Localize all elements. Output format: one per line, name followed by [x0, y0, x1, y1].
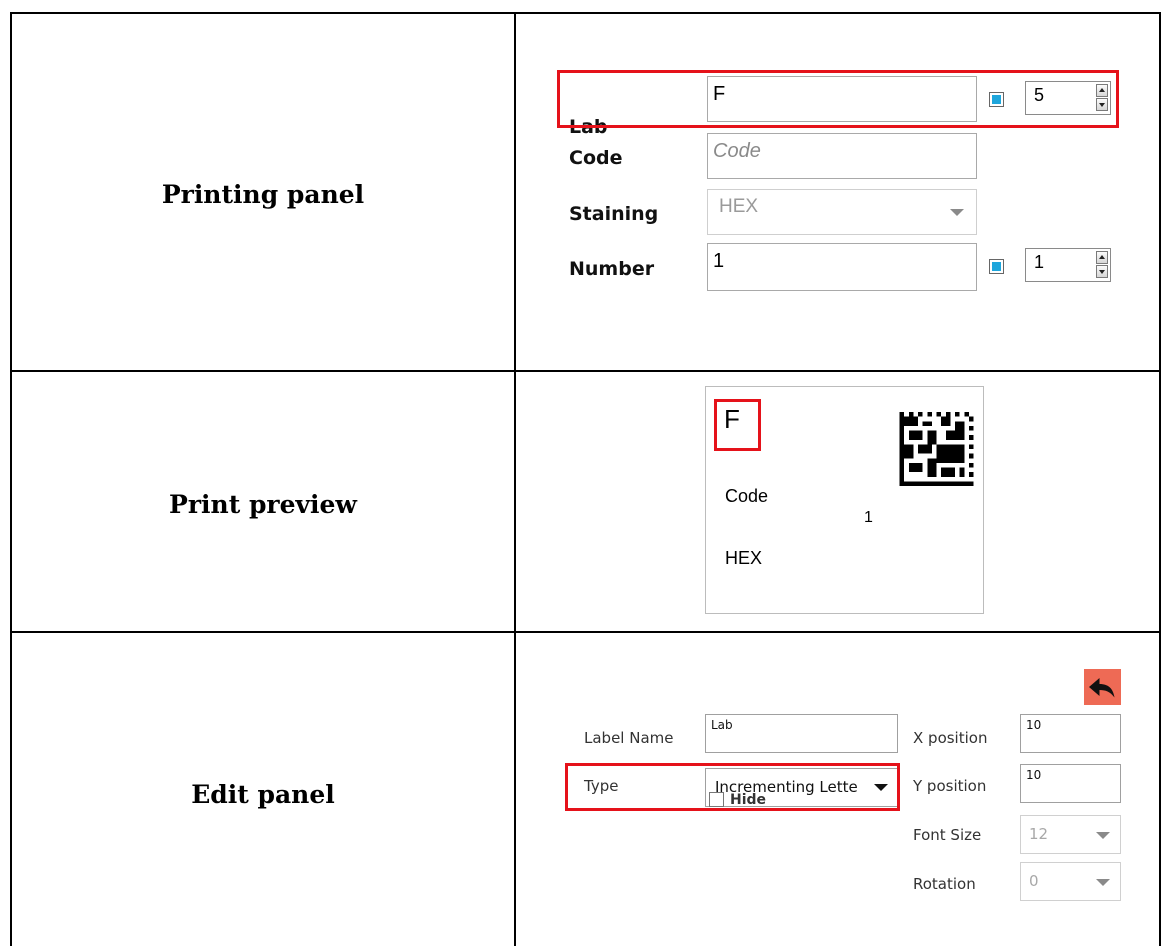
font-size-value: 12 [1029, 825, 1049, 843]
chevron-down-icon [1096, 832, 1110, 839]
chevron-down-icon [1096, 879, 1110, 886]
table-border-top [10, 12, 1161, 14]
preview-number-text: 1 [864, 509, 873, 526]
hide-checkbox[interactable] [709, 792, 724, 807]
hide-label: Hide [730, 792, 767, 808]
column-divider [514, 12, 516, 946]
spin-up-icon[interactable] [1096, 251, 1108, 264]
chevron-down-icon [950, 209, 964, 216]
row-label-edit-panel: Edit panel [191, 780, 335, 809]
code-label: Code [569, 147, 623, 169]
rotation-value: 0 [1029, 872, 1039, 890]
preview-code-text: Code [725, 486, 769, 506]
number-enable-checkbox[interactable] [989, 259, 1004, 274]
spin-down-icon[interactable] [1096, 265, 1108, 278]
undo-button[interactable] [1084, 669, 1121, 705]
row-label-print-preview: Print preview [169, 490, 357, 519]
row-divider-2 [10, 631, 1161, 633]
y-position-input[interactable]: 10 [1020, 764, 1121, 803]
number-label: Number [569, 258, 655, 280]
undo-arrow-icon [1089, 678, 1115, 698]
staining-label: Staining [569, 203, 659, 225]
staining-select[interactable]: HEX [707, 189, 977, 235]
font-size-label: Font Size [913, 826, 982, 844]
datamatrix-barcode-icon [899, 412, 974, 486]
lab-row-highlight [557, 70, 1119, 128]
x-position-label: X position [913, 729, 988, 747]
preview-staining-text: HEX [725, 548, 763, 568]
rotation-select[interactable]: 0 [1020, 862, 1121, 901]
number-input[interactable]: 1 [707, 243, 977, 291]
label-name-input[interactable]: Lab [705, 714, 898, 753]
rotation-label: Rotation [913, 875, 976, 893]
code-input[interactable]: Code [707, 133, 977, 179]
y-position-label: Y position [913, 777, 987, 795]
number-increment-spinner[interactable]: 1 [1025, 248, 1111, 282]
number-spin-value: 1 [1034, 252, 1045, 272]
staining-value: HEX [719, 196, 759, 217]
row-divider-1 [10, 370, 1161, 372]
preview-lab-highlight [714, 399, 761, 451]
label-name-label: Label Name [584, 729, 674, 747]
x-position-input[interactable]: 10 [1020, 714, 1121, 753]
font-size-select[interactable]: 12 [1020, 815, 1121, 854]
row-label-printing-panel: Printing panel [161, 180, 365, 209]
